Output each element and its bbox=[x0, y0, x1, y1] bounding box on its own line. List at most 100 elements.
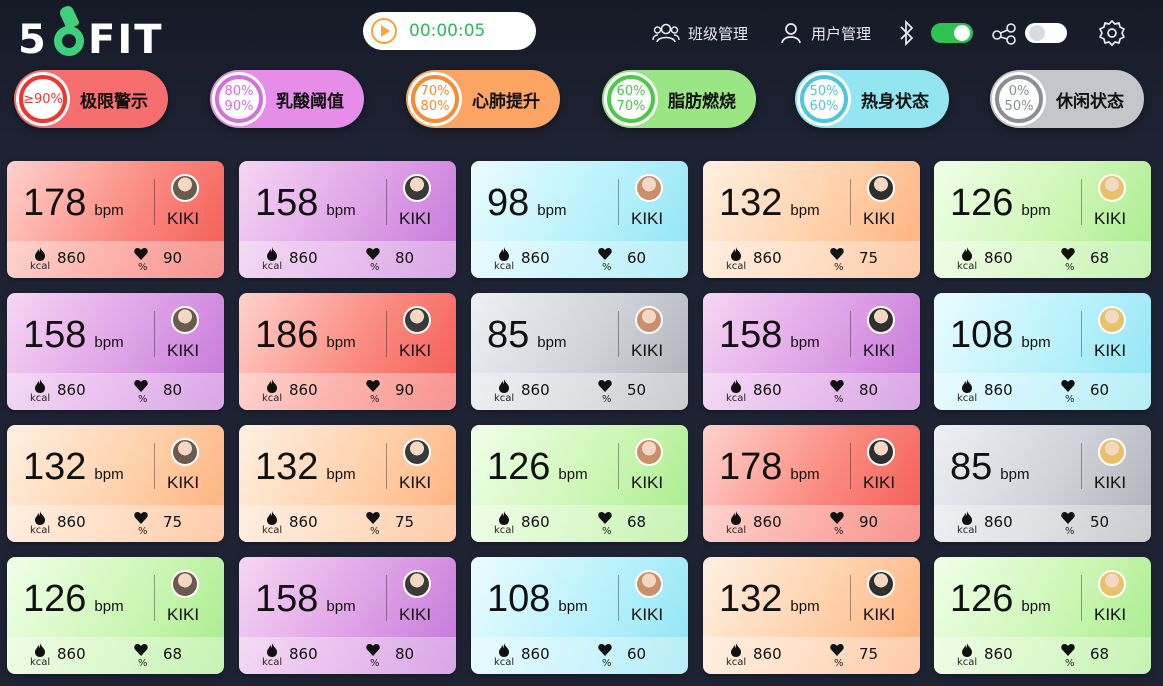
gear-icon[interactable] bbox=[1098, 19, 1126, 47]
heart-rate-value: 98 bpm bbox=[487, 183, 566, 231]
heart-icon bbox=[134, 248, 148, 260]
bpm-unit: bpm bbox=[790, 598, 820, 615]
participant-card[interactable]: 132 bpm KIKI kcal 860 % 75 bbox=[7, 425, 224, 542]
avatar bbox=[1098, 438, 1126, 466]
participant-card[interactable]: 85 bpm KIKI kcal 860 % 50 bbox=[471, 293, 688, 410]
participant-card[interactable]: 98 bpm KIKI kcal 860 % 60 bbox=[471, 161, 688, 278]
bluetooth-toggle[interactable] bbox=[931, 23, 973, 43]
participant-card[interactable]: 132 bpm KIKI kcal 860 % 75 bbox=[239, 425, 456, 542]
zone-label: 心肺提升 bbox=[472, 91, 540, 112]
percent-unit: % bbox=[370, 526, 380, 537]
heart-rate-value: 158 bpm bbox=[255, 183, 356, 231]
participant-card[interactable]: 126 bpm KIKI kcal 860 % 68 bbox=[934, 557, 1151, 674]
zone-pill[interactable]: 70% 80% 心肺提升 bbox=[406, 70, 560, 128]
bpm-unit: bpm bbox=[1000, 466, 1030, 483]
heart-icon bbox=[366, 380, 380, 392]
class-management-button[interactable]: 班级管理 bbox=[652, 18, 748, 48]
zone-pill[interactable]: 50% 60% 热身状态 bbox=[795, 70, 949, 128]
kcal-unit: kcal bbox=[30, 393, 51, 404]
heart-rate-value: 85 bpm bbox=[487, 315, 566, 363]
timer-value: 00:00:05 bbox=[409, 21, 486, 41]
participant-card[interactable]: 178 bpm KIKI kcal 860 % 90 bbox=[703, 425, 920, 542]
participant-card[interactable]: 178 bpm KIKI kcal 860 % 90 bbox=[7, 161, 224, 278]
avatar bbox=[171, 570, 199, 598]
percent-unit: % bbox=[602, 262, 612, 273]
participant-card[interactable]: 85 bpm KIKI kcal 860 % 50 bbox=[934, 425, 1151, 542]
zone-pill[interactable]: 60% 70% 脂肪燃烧 bbox=[602, 70, 756, 128]
participant-card[interactable]: 158 bpm KIKI kcal 860 % 80 bbox=[239, 557, 456, 674]
bpm-unit: bpm bbox=[94, 334, 124, 351]
heart-rate-value: 178 bpm bbox=[23, 183, 124, 231]
app-logo: 5 FIT bbox=[18, 4, 178, 62]
participant-card[interactable]: 158 bpm KIKI kcal 860 % 80 bbox=[703, 293, 920, 410]
participant-card[interactable]: 126 bpm KIKI kcal 860 % 68 bbox=[471, 425, 688, 542]
heart-rate-percent: 80 bbox=[163, 381, 183, 399]
bpm-number: 126 bbox=[487, 446, 551, 488]
calories-value: 860 bbox=[289, 513, 318, 531]
heart-rate-percent: 90 bbox=[163, 249, 183, 267]
bluetooth-icon bbox=[900, 20, 914, 46]
zone-range-bottom: 90% bbox=[224, 99, 254, 114]
participant-card[interactable]: 186 bpm KIKI kcal 860 % 90 bbox=[239, 293, 456, 410]
session-timer[interactable]: 00:00:05 bbox=[363, 12, 536, 50]
participant-card[interactable]: 158 bpm KIKI kcal 860 % 80 bbox=[7, 293, 224, 410]
avatar bbox=[403, 438, 431, 466]
bpm-unit: bpm bbox=[1021, 598, 1051, 615]
zone-pill[interactable]: ≥90% 极限警示 bbox=[14, 70, 168, 128]
avatar bbox=[635, 306, 663, 334]
participant-card[interactable]: 126 bpm KIKI kcal 860 % 68 bbox=[934, 161, 1151, 278]
percent-unit: % bbox=[602, 658, 612, 669]
heart-rate-percent: 75 bbox=[859, 645, 879, 663]
participant-card[interactable]: 158 bpm KIKI kcal 860 % 80 bbox=[239, 161, 456, 278]
bpm-number: 158 bbox=[255, 182, 319, 224]
participant-card[interactable]: 108 bpm KIKI kcal 860 % 60 bbox=[934, 293, 1151, 410]
bpm-number: 98 bbox=[487, 182, 530, 224]
percent-unit: % bbox=[834, 526, 844, 537]
bpm-unit: bpm bbox=[790, 466, 820, 483]
bpm-number: 132 bbox=[23, 446, 87, 488]
bpm-number: 126 bbox=[23, 578, 87, 620]
card-divider bbox=[618, 311, 619, 357]
heart-rate-value: 108 bpm bbox=[950, 315, 1051, 363]
card-divider bbox=[1081, 311, 1082, 357]
participant-name: KIKI bbox=[399, 209, 432, 228]
bpm-number: 108 bbox=[487, 578, 551, 620]
participant-name: KIKI bbox=[1094, 605, 1127, 624]
zone-pill[interactable]: 0% 50% 休闲状态 bbox=[990, 70, 1144, 128]
zone-range-badge: 70% 80% bbox=[408, 72, 462, 126]
kcal-unit: kcal bbox=[957, 657, 978, 668]
bpm-unit: bpm bbox=[326, 334, 356, 351]
participant-name: KIKI bbox=[167, 341, 200, 360]
logo-ring bbox=[54, 26, 84, 56]
zone-pill[interactable]: 80% 90% 乳酸阈值 bbox=[210, 70, 364, 128]
heart-rate-percent: 68 bbox=[163, 645, 183, 663]
participant-card[interactable]: 132 bpm KIKI kcal 860 % 75 bbox=[703, 557, 920, 674]
participant-card[interactable]: 132 bpm KIKI kcal 860 % 75 bbox=[703, 161, 920, 278]
avatar bbox=[635, 438, 663, 466]
avatar bbox=[867, 174, 895, 202]
bpm-unit: bpm bbox=[537, 334, 567, 351]
participant-card[interactable]: 108 bpm KIKI kcal 860 % 60 bbox=[471, 557, 688, 674]
zone-label: 热身状态 bbox=[861, 91, 929, 112]
kcal-unit: kcal bbox=[30, 657, 51, 668]
toggle-knob bbox=[954, 25, 970, 41]
connection-toggle[interactable] bbox=[1025, 23, 1067, 43]
avatar bbox=[635, 570, 663, 598]
calories-value: 860 bbox=[984, 645, 1013, 663]
user-management-button[interactable]: 用户管理 bbox=[779, 18, 871, 48]
fire-icon bbox=[962, 643, 972, 657]
participant-card[interactable]: 126 bpm KIKI kcal 860 % 68 bbox=[7, 557, 224, 674]
fire-icon bbox=[35, 643, 45, 657]
avatar bbox=[171, 174, 199, 202]
bpm-number: 178 bbox=[23, 182, 87, 224]
fire-icon bbox=[267, 643, 277, 657]
heart-rate-value: 126 bpm bbox=[23, 579, 124, 627]
avatar bbox=[1098, 306, 1126, 334]
bpm-number: 85 bbox=[487, 314, 530, 356]
kcal-unit: kcal bbox=[262, 393, 283, 404]
heart-icon bbox=[598, 248, 612, 260]
kcal-unit: kcal bbox=[957, 261, 978, 272]
heart-rate-percent: 60 bbox=[1090, 381, 1110, 399]
heart-rate-value: 126 bpm bbox=[487, 447, 588, 495]
play-icon[interactable] bbox=[371, 18, 397, 44]
